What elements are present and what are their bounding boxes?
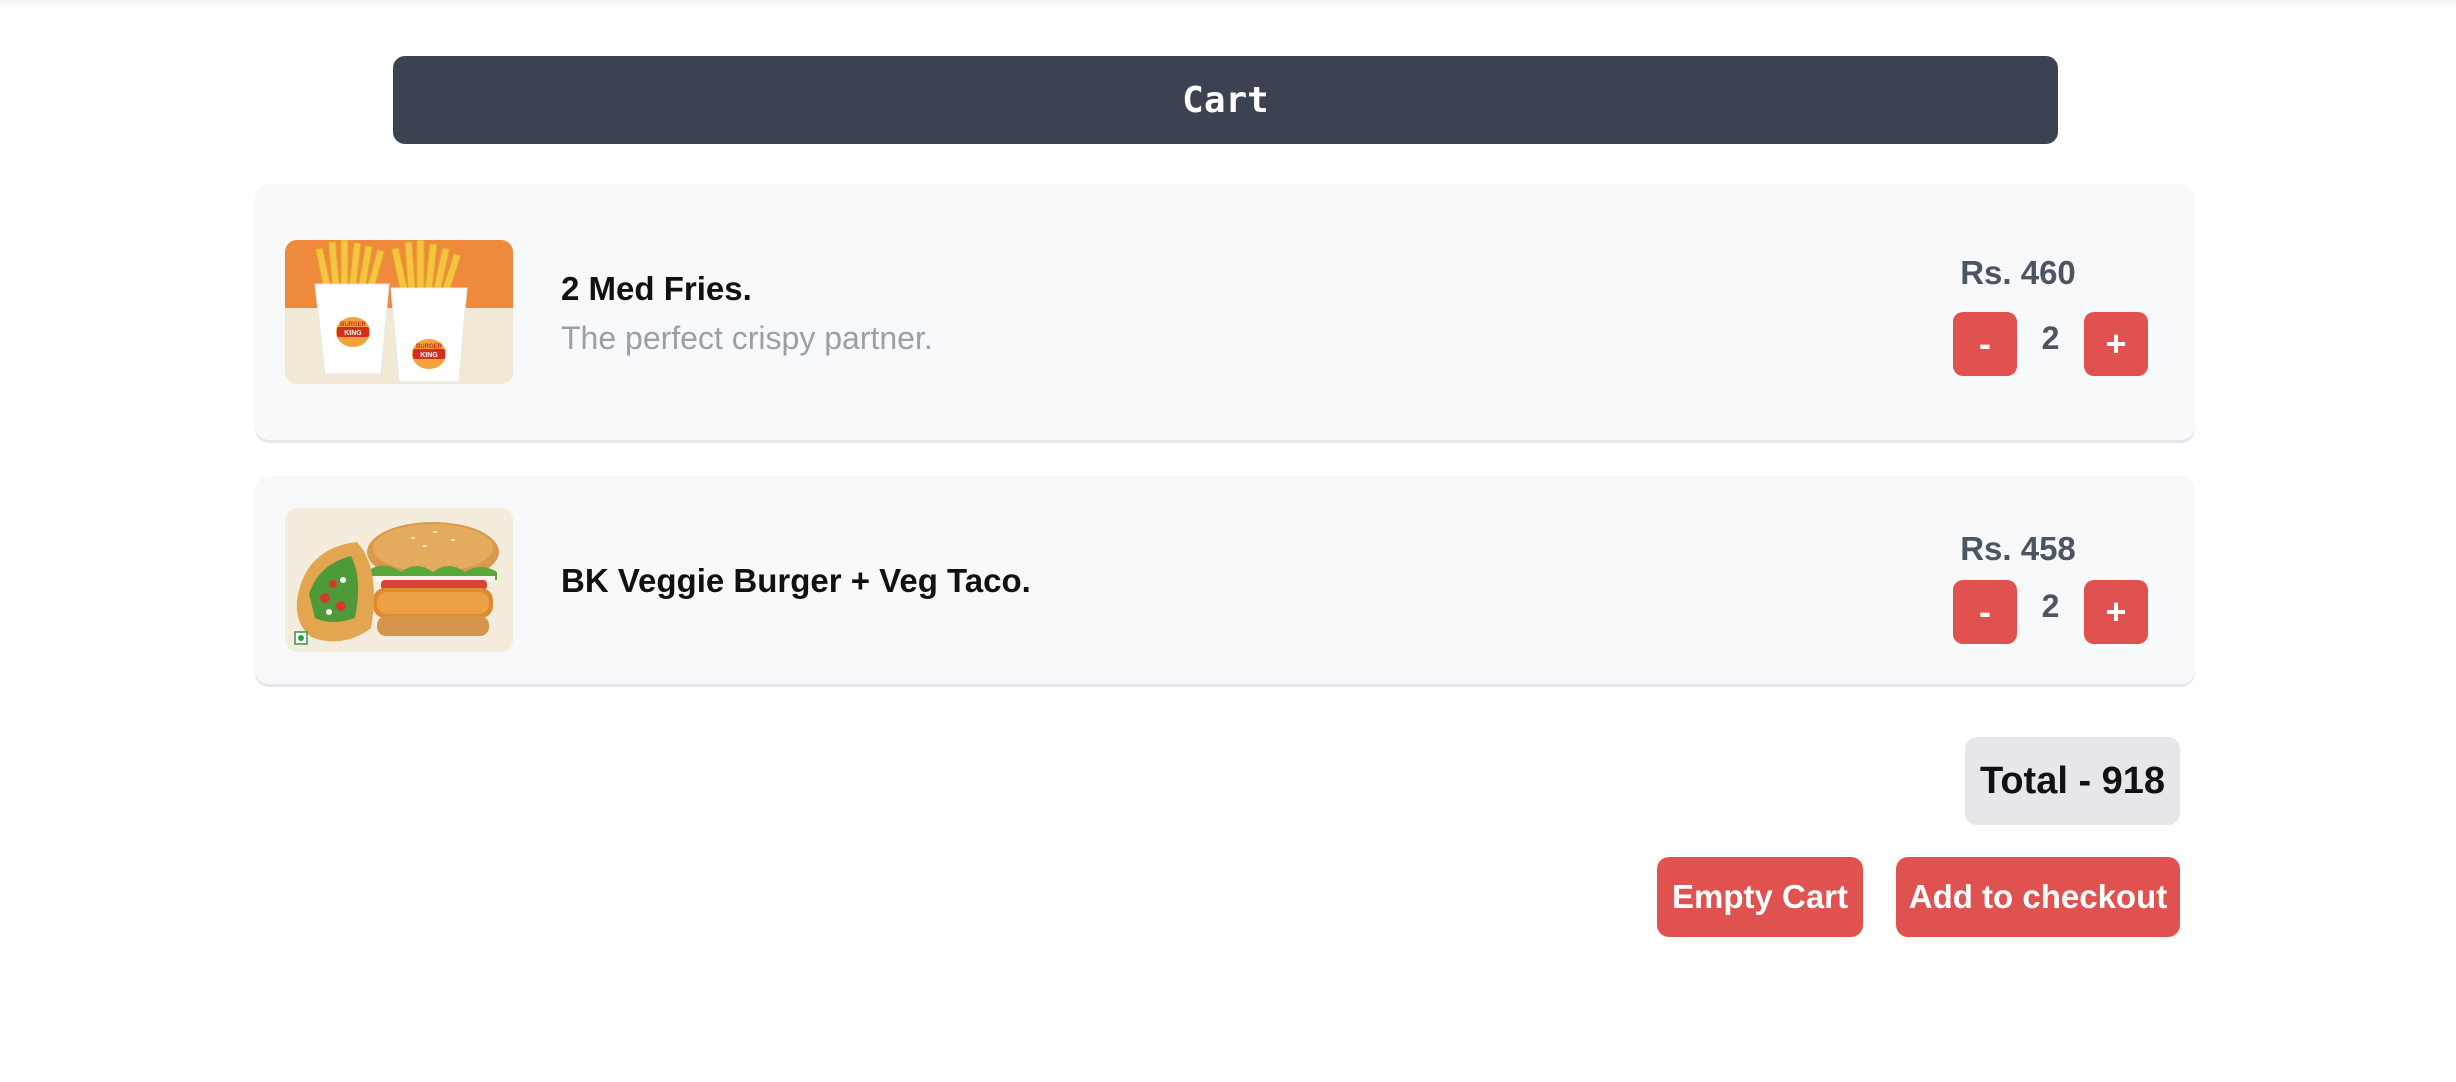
svg-text:BURGER: BURGER: [340, 322, 367, 328]
item-quantity: 2: [2041, 588, 2060, 624]
top-shadow: [0, 0, 2456, 8]
cart-item: BK Veggie Burger + Veg Taco. Rs. 458 - 2…: [255, 476, 2195, 684]
fries-image: KING BURGER KING BURGER: [285, 240, 513, 384]
decrease-quantity-button[interactable]: -: [1953, 312, 2017, 376]
item-name: 2 Med Fries.: [561, 270, 752, 307]
svg-text:KING: KING: [344, 330, 362, 337]
svg-text:BURGER: BURGER: [416, 344, 443, 350]
cart-item: KING BURGER KING BURGER 2 Med Fries. The…: [255, 184, 2195, 440]
add-to-checkout-button[interactable]: Add to checkout: [1896, 857, 2180, 937]
cart-total: Total - 918: [1965, 737, 2180, 825]
svg-text:KING: KING: [420, 352, 438, 359]
burger-taco-image: [285, 508, 513, 652]
page-title: Cart: [1182, 79, 1269, 121]
increase-quantity-button[interactable]: +: [2084, 312, 2148, 376]
cart-header: Cart: [393, 56, 2058, 144]
item-quantity: 2: [2041, 320, 2060, 356]
item-name: BK Veggie Burger + Veg Taco.: [561, 562, 1031, 599]
decrease-quantity-button[interactable]: -: [1953, 580, 2017, 644]
increase-quantity-button[interactable]: +: [2084, 580, 2148, 644]
item-price: Rs. 458: [1960, 530, 2076, 567]
item-price: Rs. 460: [1960, 254, 2076, 291]
empty-cart-button[interactable]: Empty Cart: [1657, 857, 1863, 937]
item-description: The perfect crispy partner.: [561, 320, 933, 356]
